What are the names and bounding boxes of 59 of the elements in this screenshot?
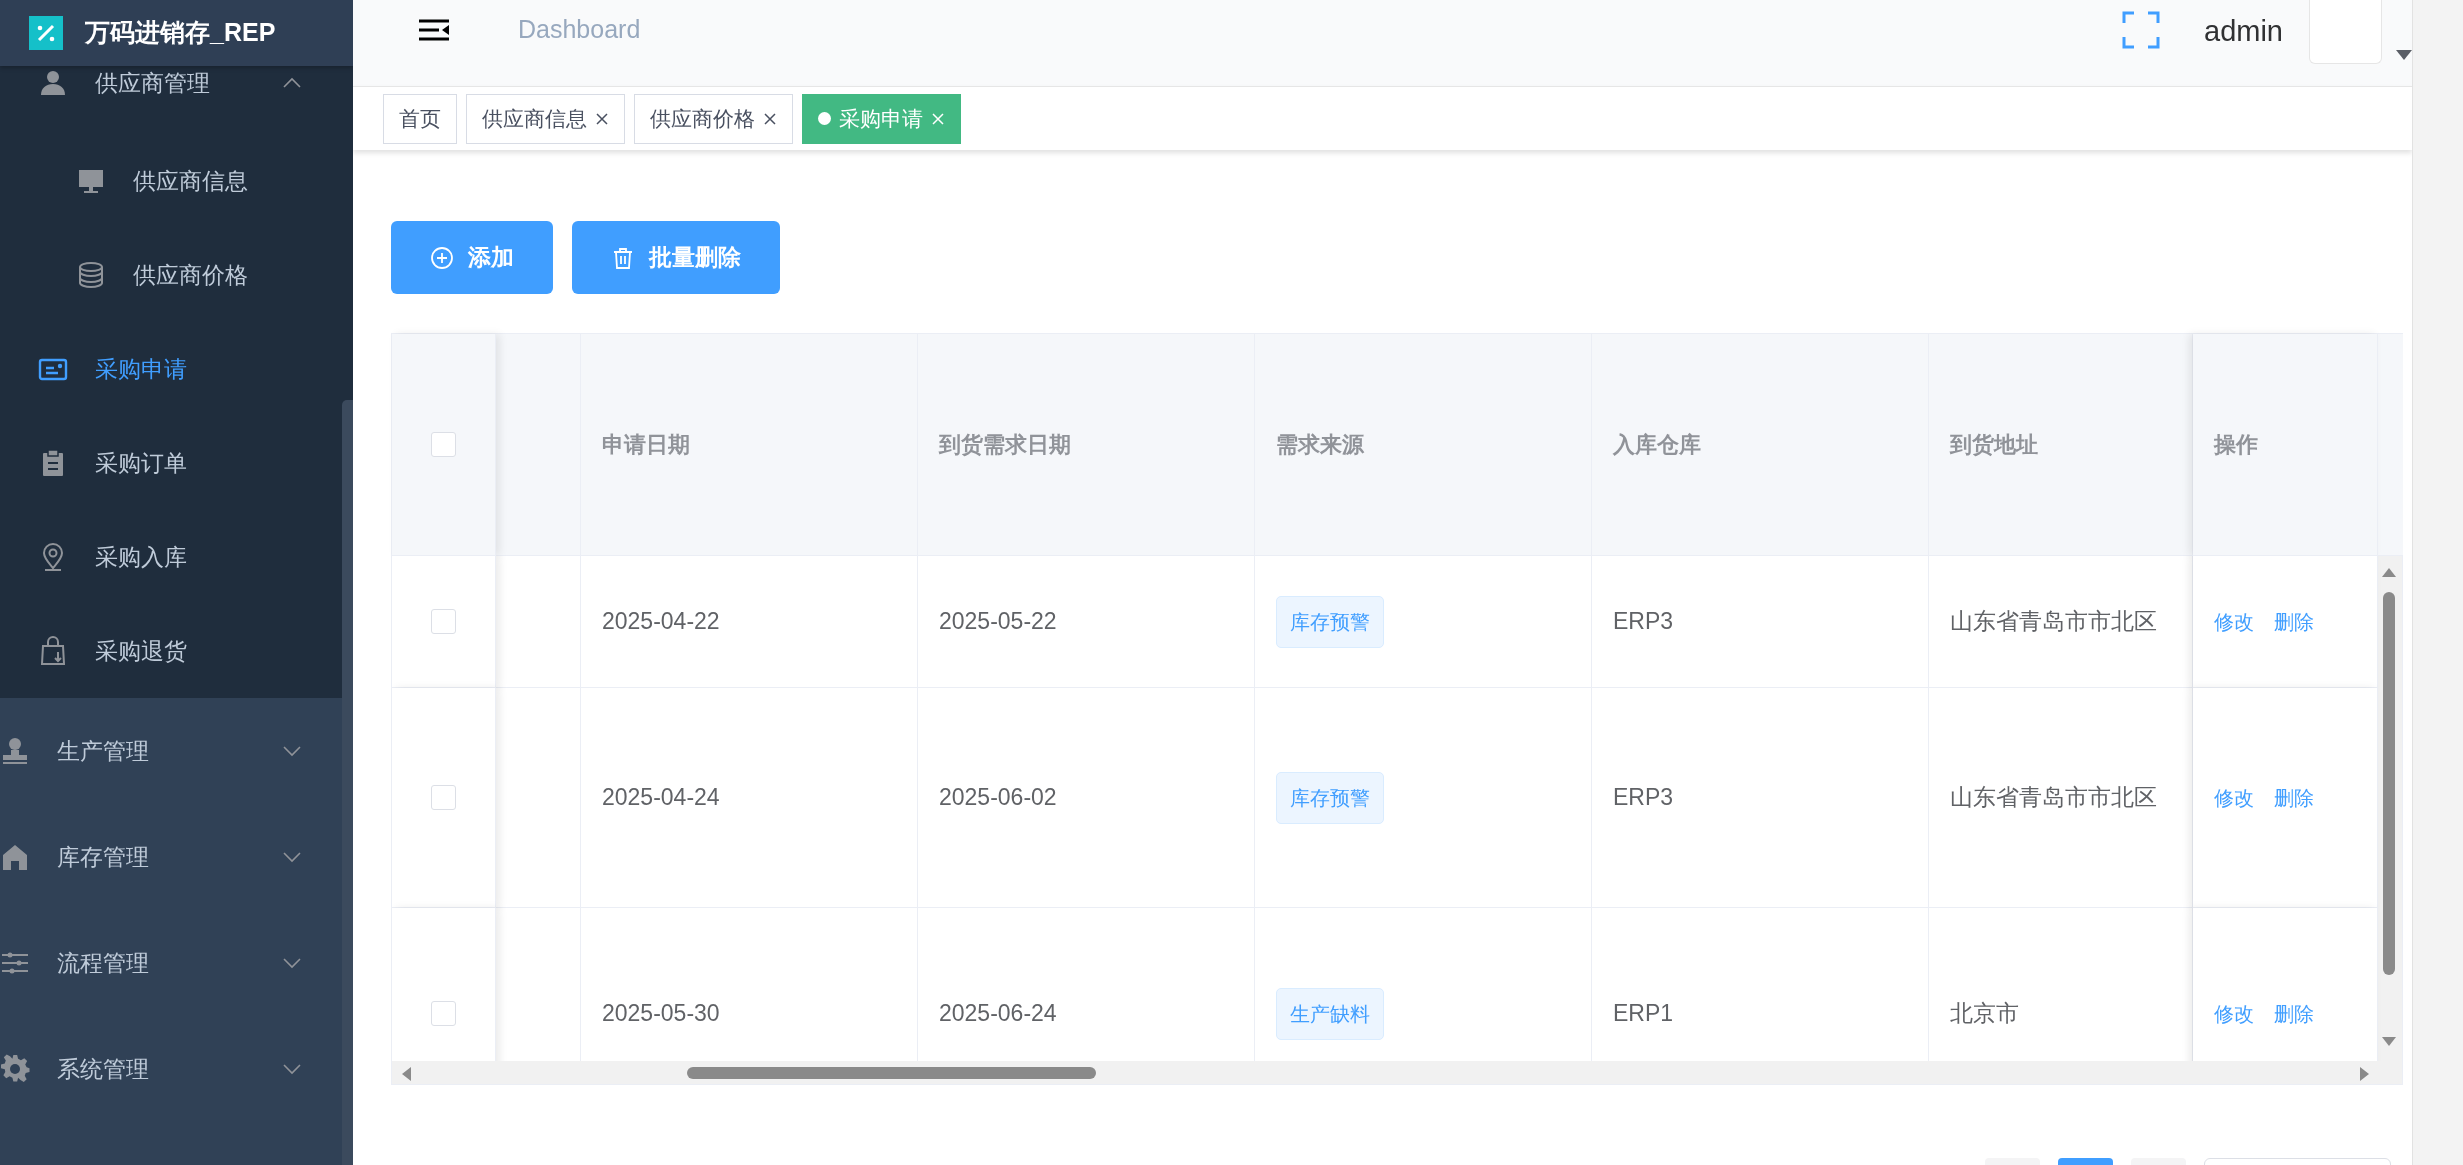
table-cell: ERP3 (1592, 556, 1929, 688)
column-header: 到货需求日期 (918, 334, 1255, 556)
scroll-up-icon[interactable] (2382, 568, 2396, 577)
menu-group[interactable]: 流程管理 (0, 910, 342, 1016)
person-icon (38, 68, 68, 98)
fullscreen-icon[interactable] (2122, 11, 2160, 49)
table-cell: 2025-06-02 (918, 688, 1255, 908)
avatar[interactable] (2309, 0, 2382, 64)
username: admin (2204, 14, 2283, 49)
column-header: 操作 (2193, 334, 2378, 556)
table-cell: 2025-04-24 (581, 688, 918, 908)
table-cell: 山东省青岛市市北区 (1929, 556, 2193, 688)
menu-group[interactable]: 库存管理 (0, 804, 342, 910)
close-icon[interactable] (595, 111, 609, 126)
menu-item[interactable]: 采购申请 (0, 322, 342, 416)
database-icon (76, 260, 106, 290)
page-scrollbar[interactable] (2412, 0, 2463, 1165)
source-tag: 生产缺料 (1276, 987, 1384, 1040)
app-title: 万码进销存_REP (85, 17, 276, 49)
menu-group[interactable]: 系统管理 (0, 1016, 342, 1122)
checkbox[interactable] (431, 1001, 456, 1026)
horizontal-scrollbar[interactable] (392, 1061, 2402, 1084)
shopping-bag-icon (38, 636, 68, 666)
vertical-scrollbar[interactable] (2377, 556, 2402, 1061)
stamp-icon (0, 736, 30, 766)
table-cell: 2025-05-22 (918, 556, 1255, 688)
table-cell: ERP3 (1592, 688, 1929, 908)
house-icon (0, 842, 30, 872)
column-header: 申请日期 (581, 334, 918, 556)
menu-icon[interactable] (419, 18, 449, 42)
checkbox[interactable] (431, 785, 456, 810)
tab[interactable]: 供应商价格 (634, 93, 793, 144)
checkbox[interactable] (431, 432, 456, 457)
submenu-item[interactable]: 供应商信息 (0, 134, 342, 228)
column-header: 入库仓库 (1592, 334, 1929, 556)
column-header: 到货地址 (1929, 334, 2193, 556)
plus-circle-icon (430, 245, 454, 270)
menu-item[interactable]: 采购入库 (0, 510, 342, 604)
tab[interactable]: 首页 (383, 93, 457, 144)
logo-icon (29, 16, 63, 50)
source-tag: 库存预警 (1276, 771, 1384, 824)
menu-item[interactable]: 采购退货 (0, 604, 342, 698)
trash-icon (611, 245, 635, 270)
tab[interactable]: 供应商信息 (466, 93, 625, 144)
menu-group[interactable]: 生产管理 (0, 698, 342, 804)
caret-icon[interactable] (2396, 50, 2412, 60)
close-icon[interactable] (763, 111, 777, 126)
scroll-left-icon[interactable] (402, 1067, 411, 1081)
table-cell: 山东省青岛市市北区 (1929, 688, 2193, 908)
scroll-right-icon[interactable] (2360, 1067, 2369, 1081)
scroll-down-icon[interactable] (2382, 1037, 2396, 1046)
column-header: 需求来源 (1255, 334, 1592, 556)
table-cell: 2025-04-22 (581, 556, 918, 688)
scrollbar[interactable] (342, 400, 353, 1165)
dot-icon (818, 112, 831, 125)
submenu-item[interactable]: 供应商价格 (0, 228, 342, 322)
source-tag: 库存预警 (1276, 595, 1384, 648)
checkbox[interactable] (431, 609, 456, 634)
menu-item[interactable]: 采购订单 (0, 416, 342, 510)
